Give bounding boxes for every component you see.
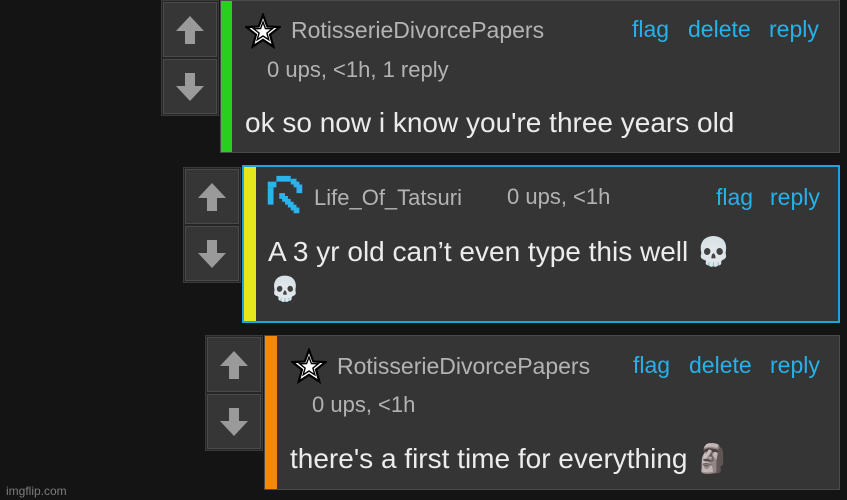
comment-meta: 0 ups, <1h [312, 392, 416, 417]
comment-meta: 0 ups, <1h [507, 184, 611, 209]
comment-username[interactable]: RotisserieDivorcePapers [291, 17, 544, 44]
downvote-button[interactable] [207, 394, 261, 449]
downvote-button[interactable] [163, 59, 217, 114]
comment-meta: 0 ups, <1h, 1 reply [267, 57, 449, 82]
upvote-button[interactable] [207, 337, 261, 392]
star-icon [245, 13, 281, 49]
depth-bar [221, 1, 232, 152]
arrow-down-icon [198, 239, 226, 268]
pickaxe-icon [267, 175, 303, 214]
star-icon [291, 348, 327, 384]
delete-link[interactable]: delete [689, 352, 752, 379]
comment-body-line-2: 💀 [270, 276, 300, 303]
delete-link[interactable]: delete [688, 16, 751, 43]
arrow-down-icon [176, 72, 204, 101]
flag-link[interactable]: flag [716, 184, 753, 211]
reply-link[interactable]: reply [769, 16, 819, 43]
comment-body: there's a first time for everything 🗿 [290, 443, 731, 474]
arrow-down-icon [220, 407, 248, 436]
vote-box [183, 167, 241, 283]
comment-body: A 3 yr old can’t even type this well 💀 [268, 236, 731, 267]
upvote-button[interactable] [185, 169, 239, 224]
flag-link[interactable]: flag [632, 16, 669, 43]
arrow-up-icon [176, 15, 204, 44]
reply-link[interactable]: reply [770, 184, 820, 211]
reply-link[interactable]: reply [770, 352, 820, 379]
comment-card: RotisserieDivorcePapers flag delete repl… [220, 0, 840, 153]
comment-card: RotisserieDivorcePapers flag delete repl… [264, 335, 840, 490]
vote-box [205, 335, 263, 451]
comment-username[interactable]: Life_Of_Tatsuri [314, 185, 462, 211]
arrow-up-icon [198, 182, 226, 211]
comment-body: ok so now i know you're three years old [245, 107, 735, 138]
upvote-button[interactable] [163, 2, 217, 57]
comment-username[interactable]: RotisserieDivorcePapers [337, 353, 590, 380]
downvote-button[interactable] [185, 226, 239, 281]
arrow-up-icon [220, 350, 248, 379]
comment-card: Life_Of_Tatsuri 0 ups, <1h flag reply A … [242, 165, 840, 323]
flag-link[interactable]: flag [633, 352, 670, 379]
watermark: imgflip.com [6, 484, 67, 498]
depth-bar [265, 336, 277, 489]
depth-bar [244, 167, 256, 321]
vote-box [161, 0, 219, 116]
